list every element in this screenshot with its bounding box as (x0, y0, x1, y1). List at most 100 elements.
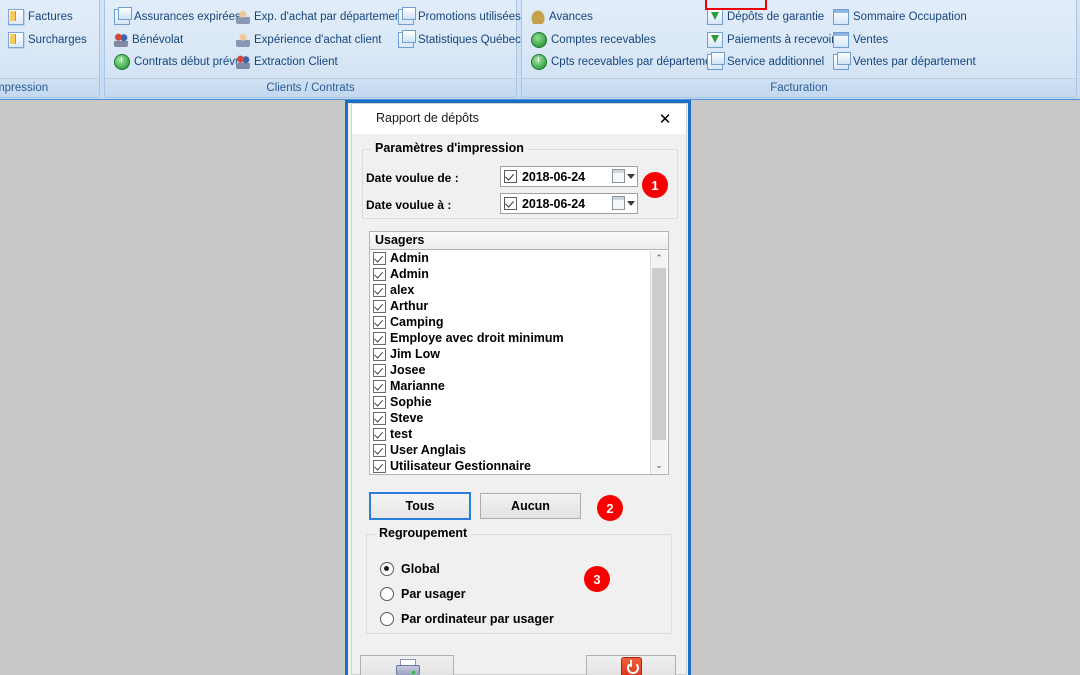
grouping-option-par-ordinateur-par-usager[interactable]: Par ordinateur par usager (380, 612, 554, 626)
ribbon-item-experience-achat-client[interactable]: Expérience d'achat client (236, 31, 382, 49)
ribbon-item-label: Expérience d'achat client (254, 34, 382, 46)
ribbon-item-label: Ventes par département (853, 56, 976, 68)
scroll-down-icon[interactable]: ⌄ (651, 458, 667, 474)
ribbon-item-ventes-par-departement[interactable]: Ventes par département (833, 52, 976, 71)
date-to-checkbox[interactable] (504, 197, 517, 210)
ribbon-item-sommaire-occupation[interactable]: Sommaire Occupation (833, 8, 967, 26)
ribbon-item-paiements-a-recevoir[interactable]: Paiements à recevoir (707, 31, 835, 49)
list-item[interactable]: Admin (370, 250, 668, 266)
checkbox-icon[interactable] (373, 315, 386, 329)
ribbon-item-avances[interactable]: Avances (531, 8, 593, 26)
checkbox-icon[interactable] (373, 299, 386, 313)
checkbox-icon[interactable] (373, 459, 386, 473)
list-item[interactable]: Josee (370, 362, 668, 378)
ribbon-item-extraction-client[interactable]: Extraction Client (236, 53, 338, 71)
users-list-scrollbar[interactable]: ⌃ ⌄ (650, 251, 667, 474)
date-from-field[interactable]: 2018-06-24 (500, 166, 638, 187)
grouping-option-par-usager[interactable]: Par usager (380, 587, 466, 601)
grouping-option-label: Global (401, 562, 440, 576)
list-item[interactable]: Marianne (370, 378, 668, 394)
ribbon-item-label: Cpts recevables par département (551, 56, 722, 68)
grouping-option-label: Par usager (401, 587, 466, 601)
scroll-up-icon[interactable]: ⌃ (651, 251, 667, 267)
ribbon-item-factures[interactable]: Factures (8, 8, 73, 26)
print-button[interactable] (360, 655, 454, 675)
list-item[interactable]: Utilisateur Gestionnaire (370, 458, 668, 474)
ribbon-item-surcharges[interactable]: Surcharges (8, 31, 87, 49)
list-item[interactable]: Camping (370, 314, 668, 330)
grouping-option-global[interactable]: Global (380, 562, 440, 576)
ribbon-item-comptes-recevables[interactable]: Comptes recevables (531, 31, 656, 49)
list-item-label: Admin (390, 267, 429, 281)
checkbox-icon[interactable] (373, 347, 386, 361)
close-icon[interactable]: ✕ (654, 108, 676, 130)
ribbon-item-service-additionnel[interactable]: Service additionnel (707, 52, 824, 71)
ribbon-group-title: Facturation (522, 78, 1076, 97)
checkbox-icon[interactable] (373, 411, 386, 425)
window-icon (833, 9, 849, 25)
ribbon-item-label: Ventes (853, 34, 889, 46)
exit-button[interactable] (586, 655, 676, 675)
checkbox-icon[interactable] (373, 251, 386, 265)
date-to-field[interactable]: 2018-06-24 (500, 193, 638, 214)
checkbox-icon[interactable] (373, 427, 386, 441)
ribbon-item-contrats-debut-prevu[interactable]: Contrats début prévu (114, 53, 241, 71)
radio-icon[interactable] (380, 587, 394, 601)
list-item[interactable]: User Anglais (370, 442, 668, 458)
list-item[interactable]: alex (370, 282, 668, 298)
ribbon-item-assurances-expirees[interactable]: Assurances expirées (114, 7, 241, 26)
grouping-legend: Regroupement (375, 526, 472, 540)
list-item[interactable]: Admin (370, 266, 668, 282)
list-item[interactable]: test (370, 426, 668, 442)
ribbon-item-benevolat[interactable]: Bénévolat (114, 31, 183, 49)
list-item[interactable]: Employe avec droit minimum (370, 330, 668, 346)
users-list-header: Usagers (369, 231, 669, 250)
date-from-dropdown[interactable] (612, 169, 635, 183)
checkbox-icon[interactable] (373, 443, 386, 457)
ribbon-item-label: Dépôts de garantie (727, 11, 825, 23)
checkbox-icon[interactable] (373, 395, 386, 409)
document-icon (8, 9, 24, 25)
ribbon-item-label: Assurances expirées (134, 11, 241, 23)
list-item[interactable]: Sophie (370, 394, 668, 410)
list-item-label: Admin (390, 251, 429, 265)
date-from-label: Date voulue de : (366, 171, 459, 185)
ribbon-item-label: Surcharges (28, 34, 87, 46)
checkbox-icon[interactable] (373, 283, 386, 297)
person-icon (236, 33, 250, 47)
ribbon-item-depots-de-garantie[interactable]: Dépôts de garantie (707, 8, 824, 26)
green-coin-icon (531, 32, 547, 48)
list-item[interactable]: Arthur (370, 298, 668, 314)
list-item-label: Utilisateur Gestionnaire (390, 459, 532, 473)
ribbon-item-cpts-recevables-par-departement[interactable]: Cpts recevables par département (531, 53, 721, 71)
users-list-body[interactable]: Admin Admin alex Arthur Camping Employe … (369, 250, 669, 475)
checkbox-icon[interactable] (373, 267, 386, 281)
checkbox-icon[interactable] (373, 363, 386, 377)
window-stack-icon (114, 7, 132, 25)
select-none-button[interactable]: Aucun (480, 493, 581, 519)
date-from-checkbox[interactable] (504, 170, 517, 183)
scrollbar-thumb[interactable] (652, 268, 666, 440)
download-window-icon (707, 32, 723, 48)
checkbox-icon[interactable] (373, 379, 386, 393)
window-icon (833, 32, 849, 48)
document-icon (8, 32, 24, 48)
checkbox-icon[interactable] (373, 331, 386, 345)
date-to-value: 2018-06-24 (522, 196, 585, 211)
list-item-label: Steve (390, 411, 424, 425)
window-stack-icon (398, 30, 416, 48)
ribbon-item-exp-achat-par-departement[interactable]: Exp. d'achat par département (236, 8, 405, 26)
ribbon-item-promotions-utilisees[interactable]: Promotions utilisées (398, 7, 521, 26)
radio-icon[interactable] (380, 562, 394, 576)
radio-icon[interactable] (380, 612, 394, 626)
ribbon-item-ventes[interactable]: Ventes (833, 31, 888, 49)
contract-icon (114, 54, 130, 70)
calendar-icon (612, 169, 625, 183)
printer-icon (396, 658, 420, 675)
ribbon-item-label: Exp. d'achat par département (254, 11, 405, 23)
select-all-button[interactable]: Tous (369, 492, 471, 520)
date-to-dropdown[interactable] (612, 196, 635, 210)
list-item[interactable]: Jim Low (370, 346, 668, 362)
ribbon-item-statistiques-quebec[interactable]: Statistiques Québec (398, 30, 521, 49)
list-item[interactable]: Steve (370, 410, 668, 426)
